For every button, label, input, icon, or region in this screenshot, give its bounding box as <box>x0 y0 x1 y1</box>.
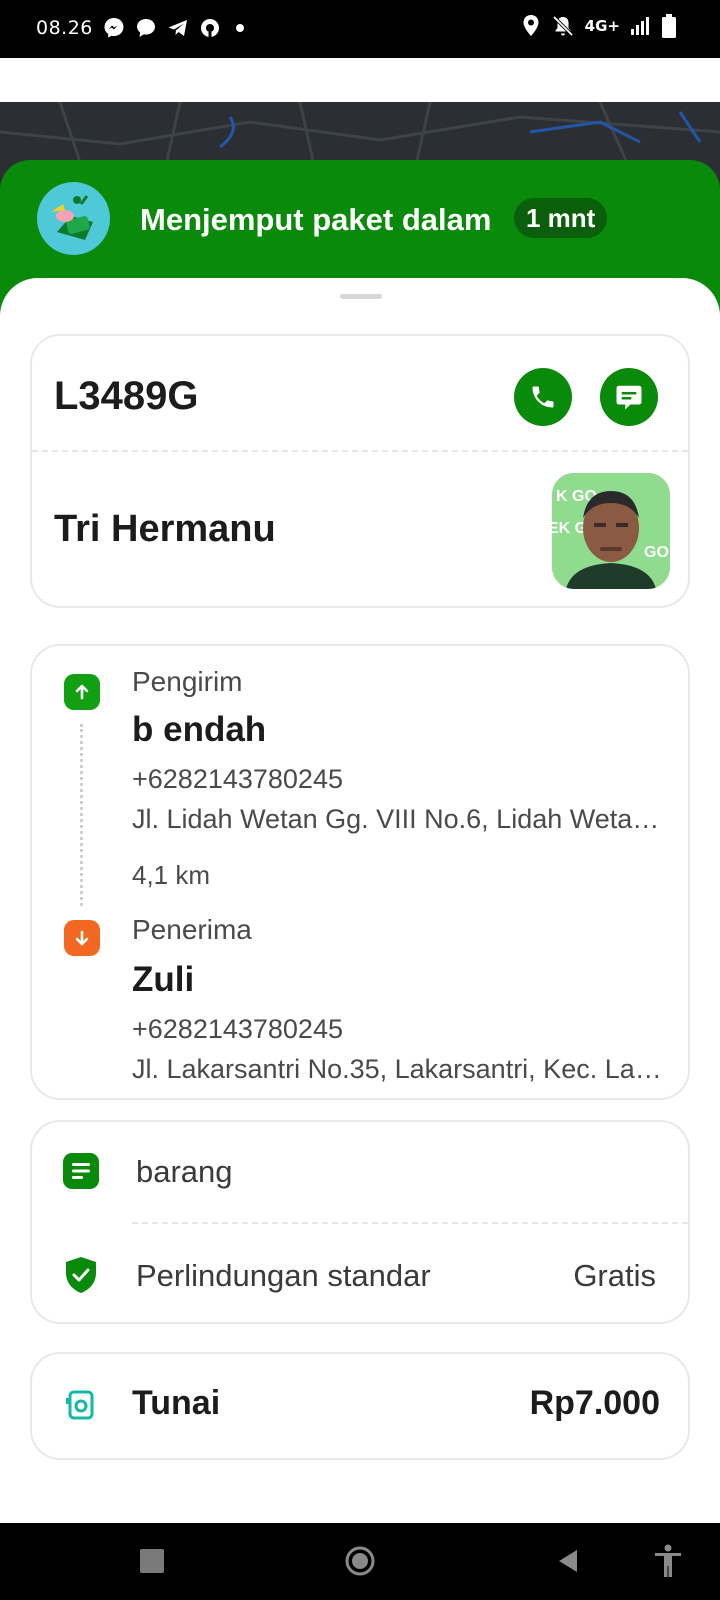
route-distance: 4,1 km <box>132 860 211 890</box>
receiver-address: Jl. Lakarsantri No.35, Lakarsantri, Kec.… <box>132 1054 662 1084</box>
banner-message: Menjemput paket dalam <box>140 202 492 237</box>
shield-check-icon <box>62 1256 100 1294</box>
messenger-icon <box>104 18 124 38</box>
system-nav-bar <box>0 1523 720 1600</box>
recents-button[interactable] <box>132 1541 172 1581</box>
signal-icon <box>631 17 649 35</box>
chat-icon <box>616 385 642 410</box>
sender-name: b endah <box>132 710 267 749</box>
driver-avatar[interactable]: K GO EK G GO <box>552 473 670 589</box>
accessibility-button[interactable] <box>648 1541 688 1581</box>
top-strip <box>0 58 720 102</box>
telegram-icon <box>168 20 187 36</box>
delivery-illustration-icon <box>37 182 110 255</box>
chat-button[interactable] <box>600 368 658 426</box>
status-bar: 08.26 4G+ <box>0 0 720 58</box>
svg-text:EK G: EK G <box>552 520 587 537</box>
accessibility-icon <box>655 1544 681 1577</box>
card-divider <box>32 450 688 452</box>
protection-price: Gratis <box>573 1258 656 1293</box>
back-button[interactable] <box>548 1541 588 1581</box>
drag-handle[interactable] <box>340 294 382 299</box>
call-button[interactable] <box>514 368 572 426</box>
home-icon <box>345 1546 375 1576</box>
vpn-icon <box>201 19 219 38</box>
vehicle-plate: L3489G <box>54 374 199 418</box>
home-button[interactable] <box>340 1541 380 1581</box>
route-connector <box>80 724 83 906</box>
payment-card[interactable]: Tunai Rp7.000 <box>30 1352 690 1460</box>
dropoff-arrow-down-icon <box>64 920 100 956</box>
chat-bubble-icon <box>137 19 155 37</box>
network-type: 4G+ <box>584 17 620 35</box>
battery-icon <box>662 14 676 38</box>
order-sheet: L3489G Tri Hermanu K GO EK G GO Pengirim… <box>0 278 720 1523</box>
recents-icon <box>140 1549 164 1573</box>
pickup-arrow-up-icon <box>64 674 100 710</box>
dot-icon <box>236 24 244 32</box>
location-icon <box>523 15 539 36</box>
payment-amount: Rp7.000 <box>529 1384 660 1422</box>
sender-phone: +6282143780245 <box>132 764 343 794</box>
route-card: Pengirim b endah +6282143780245 Jl. Lida… <box>30 644 690 1100</box>
protection-label: Perlindungan standar <box>136 1258 431 1293</box>
item-divider <box>132 1222 688 1224</box>
eta-badge: 1 mnt <box>514 198 608 238</box>
cash-icon <box>66 1388 96 1427</box>
notes-icon <box>62 1152 100 1190</box>
phone-icon <box>532 386 554 408</box>
driver-card: L3489G Tri Hermanu K GO EK G GO <box>30 334 690 608</box>
bell-off-icon <box>552 15 573 37</box>
sender-address: Jl. Lidah Wetan Gg. VIII No.6, Lidah Wet… <box>132 804 662 834</box>
receiver-phone: +6282143780245 <box>132 1014 343 1044</box>
receiver-label: Penerima <box>132 914 252 945</box>
driver-name: Tri Hermanu <box>54 508 276 550</box>
svg-text:GO: GO <box>644 544 669 561</box>
receiver-name: Zuli <box>132 960 195 999</box>
status-time: 08.26 <box>36 17 93 39</box>
payment-method: Tunai <box>132 1384 221 1422</box>
item-details-card: barang Perlindungan standar Gratis <box>30 1120 690 1324</box>
sender-label: Pengirim <box>132 666 243 697</box>
item-description: barang <box>136 1154 233 1189</box>
back-icon <box>559 1550 577 1572</box>
